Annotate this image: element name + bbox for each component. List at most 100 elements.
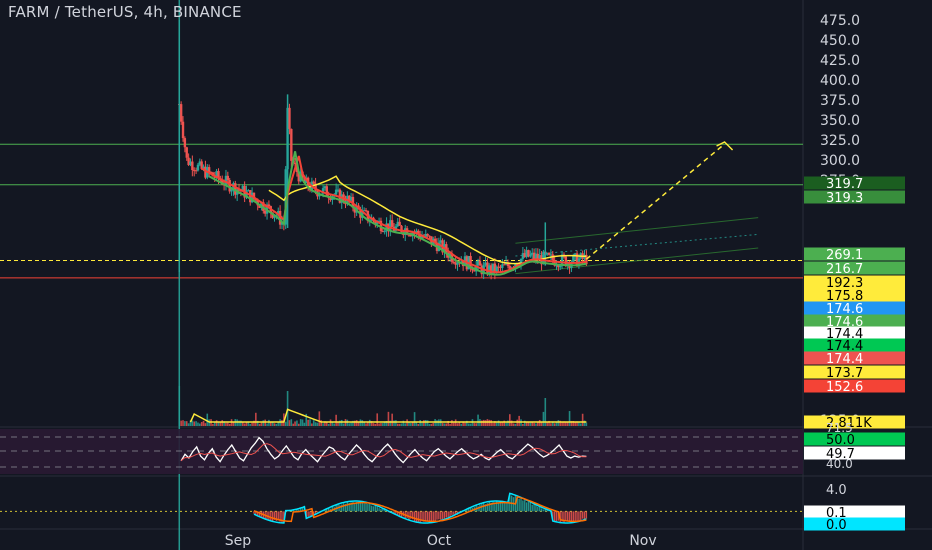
price-chart[interactable]: 475.0 450.0 425.0 400.0 375.0 350.0 325.0 300.0… bbox=[0, 0, 932, 550]
macd-bar bbox=[533, 504, 535, 512]
volume-bar bbox=[579, 423, 582, 426]
price-tick-label: 450.0 bbox=[820, 33, 860, 49]
volume-bar bbox=[490, 420, 492, 426]
volume-bar bbox=[488, 419, 491, 426]
macd-bar bbox=[346, 502, 349, 512]
volume-bar bbox=[275, 423, 278, 426]
macd-bar bbox=[372, 506, 375, 512]
volume-bar bbox=[514, 423, 517, 426]
volume-bar bbox=[284, 421, 287, 426]
volume-bar bbox=[380, 423, 382, 426]
volume-bar bbox=[533, 422, 535, 426]
macd-bar bbox=[525, 502, 528, 512]
volume-bar bbox=[326, 422, 328, 426]
volume-bar bbox=[212, 423, 214, 426]
volume-bar bbox=[550, 423, 552, 426]
volume-bar bbox=[185, 421, 188, 426]
volume-bar bbox=[309, 419, 311, 426]
macd-bar bbox=[522, 500, 524, 512]
macd-bar bbox=[531, 504, 533, 512]
volume-bar bbox=[391, 413, 393, 426]
volume-bar bbox=[482, 419, 485, 426]
volume-bar bbox=[423, 420, 425, 426]
candle-body bbox=[503, 264, 506, 266]
volume-bar bbox=[350, 422, 352, 426]
volume-bar bbox=[249, 423, 252, 426]
volume-bar bbox=[199, 423, 201, 426]
macd-bar bbox=[438, 511, 440, 520]
volume-bar bbox=[262, 420, 265, 426]
macd-bar bbox=[535, 504, 537, 512]
volume-bar bbox=[311, 423, 313, 426]
macd-bar bbox=[524, 500, 526, 512]
macd-bar bbox=[453, 511, 455, 515]
macd-bar bbox=[572, 511, 575, 522]
volume-bar bbox=[266, 423, 268, 426]
candle-body bbox=[398, 221, 401, 226]
volume-bar bbox=[376, 413, 379, 426]
macd-bar bbox=[367, 503, 369, 512]
volume-bar bbox=[404, 423, 407, 426]
volume-bar bbox=[290, 419, 293, 426]
volume-bar bbox=[538, 419, 541, 426]
macd-bar bbox=[529, 502, 532, 512]
price-tick-label: 350.0 bbox=[820, 113, 860, 129]
macd-bar bbox=[576, 511, 578, 522]
macd-bar bbox=[436, 511, 438, 520]
volume-bar bbox=[215, 420, 218, 426]
volume-bar bbox=[200, 421, 203, 426]
price-label-text: 319.7 bbox=[826, 177, 863, 192]
volume-bar bbox=[525, 422, 528, 426]
price-label-text: 152.6 bbox=[826, 380, 863, 395]
volume-bar bbox=[419, 420, 421, 426]
volume-bar bbox=[568, 411, 571, 426]
macd-bar bbox=[419, 511, 421, 523]
volume-bar bbox=[333, 423, 336, 426]
volume-bar bbox=[464, 422, 466, 426]
volume-bar bbox=[509, 414, 511, 426]
price-tick-label: 375.0 bbox=[820, 93, 860, 109]
macd-bar bbox=[316, 511, 319, 513]
macd-bar bbox=[447, 511, 449, 517]
volume-bar bbox=[542, 411, 545, 426]
volume-bar bbox=[243, 423, 246, 426]
volume-bar bbox=[499, 422, 502, 426]
volume-bar bbox=[348, 423, 351, 426]
time-axis-label: Nov bbox=[629, 533, 656, 549]
volume-bar bbox=[378, 423, 380, 426]
macd-bar bbox=[268, 511, 270, 520]
volume-bar bbox=[445, 423, 448, 426]
price-label-text: 174.4 bbox=[826, 352, 863, 367]
chart-title: FARM / TetherUS, 4h, BINANCE bbox=[8, 3, 242, 21]
volume-bar bbox=[467, 423, 470, 426]
time-axis-label: Sep bbox=[225, 533, 252, 549]
candle-body bbox=[196, 164, 200, 171]
candle-body bbox=[185, 147, 188, 158]
volume-bar bbox=[197, 422, 199, 426]
price-tick-label: 400.0 bbox=[820, 73, 860, 89]
volume-bar bbox=[430, 423, 433, 426]
volume-bar bbox=[281, 419, 283, 426]
volume-bar bbox=[255, 412, 257, 426]
price-label-text: 216.7 bbox=[826, 262, 863, 277]
volume-bar bbox=[451, 420, 453, 426]
macd-bar bbox=[507, 502, 509, 512]
volume-bar bbox=[581, 413, 584, 426]
macd-bar bbox=[380, 508, 382, 512]
candle-body bbox=[191, 161, 194, 171]
volume-bar bbox=[495, 422, 498, 426]
macd-bar bbox=[488, 501, 490, 512]
volume-bar bbox=[410, 423, 412, 426]
candle-body bbox=[559, 265, 562, 268]
volume-bar bbox=[225, 422, 227, 426]
volume-bar bbox=[314, 422, 317, 426]
volume-bar bbox=[296, 420, 298, 426]
volume-bar bbox=[382, 423, 384, 426]
macd-bar bbox=[365, 502, 367, 512]
volume-bar bbox=[286, 391, 289, 426]
macd-bar bbox=[434, 511, 436, 521]
price-tick-label: 425.0 bbox=[820, 53, 860, 69]
volume-bar bbox=[535, 423, 537, 426]
volume-bar bbox=[578, 422, 580, 426]
macd-bar bbox=[503, 502, 505, 512]
